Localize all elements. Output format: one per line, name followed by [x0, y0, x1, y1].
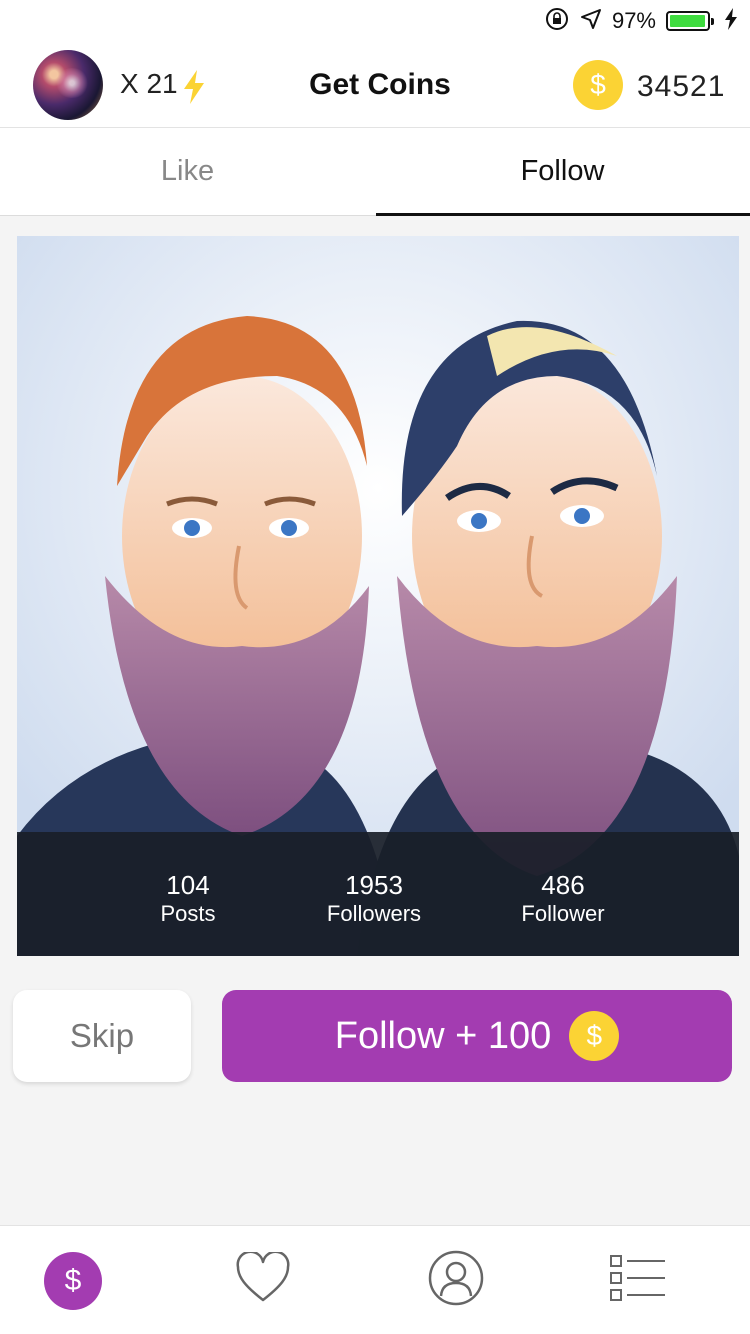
coin-icon: $ — [573, 60, 623, 110]
stat-followers: 1953 Followers — [274, 870, 474, 928]
tab-bar: Like Follow — [0, 128, 750, 216]
battery-percent: 97% — [611, 8, 656, 33]
battery-icon — [666, 11, 714, 31]
app-header: X 21 Get Coins $ 34521 — [0, 42, 750, 128]
status-bar: 97% — [0, 0, 750, 42]
profile-photo: 104 Posts 1953 Followers 486 Follower — [17, 236, 739, 956]
tab-follow[interactable]: Follow — [375, 128, 750, 216]
rotation-lock-icon — [544, 6, 570, 37]
coin-icon: $ — [569, 1011, 620, 1061]
follow-button[interactable]: Follow + 100 $ — [222, 990, 732, 1082]
stat-posts-label: Posts — [160, 901, 216, 926]
stat-following-value: 486 — [541, 870, 585, 900]
screen: 97% X 21 Get Coins $ 34521 Like Follow 1… — [0, 0, 750, 1334]
profile-stats: 104 Posts 1953 Followers 486 Follower — [17, 832, 739, 956]
heart-icon — [235, 1250, 291, 1309]
coins-tab-icon: $ — [44, 1251, 102, 1310]
nav-profile[interactable] — [396, 1226, 516, 1334]
nav-list[interactable] — [578, 1226, 698, 1334]
nav-likes[interactable] — [203, 1226, 323, 1334]
bottom-nav: $ — [0, 1225, 750, 1334]
nav-coins[interactable]: $ — [13, 1226, 133, 1334]
stat-following-label: Follower — [521, 901, 605, 926]
stat-following: 486 Follower — [463, 870, 663, 928]
stat-posts-value: 104 — [166, 870, 210, 900]
stat-followers-value: 1953 — [345, 870, 403, 900]
charging-bolt-icon — [724, 7, 738, 35]
tab-like[interactable]: Like — [0, 128, 375, 215]
list-icon — [609, 1254, 667, 1307]
location-arrow-icon — [580, 8, 602, 35]
skip-button[interactable]: Skip — [13, 990, 191, 1082]
follow-button-label: Follow + 100 — [334, 1014, 552, 1057]
profile-icon — [428, 1250, 484, 1311]
stat-posts: 104 Posts — [88, 870, 288, 928]
coin-balance: 34521 — [637, 70, 726, 103]
stat-followers-label: Followers — [326, 901, 422, 926]
